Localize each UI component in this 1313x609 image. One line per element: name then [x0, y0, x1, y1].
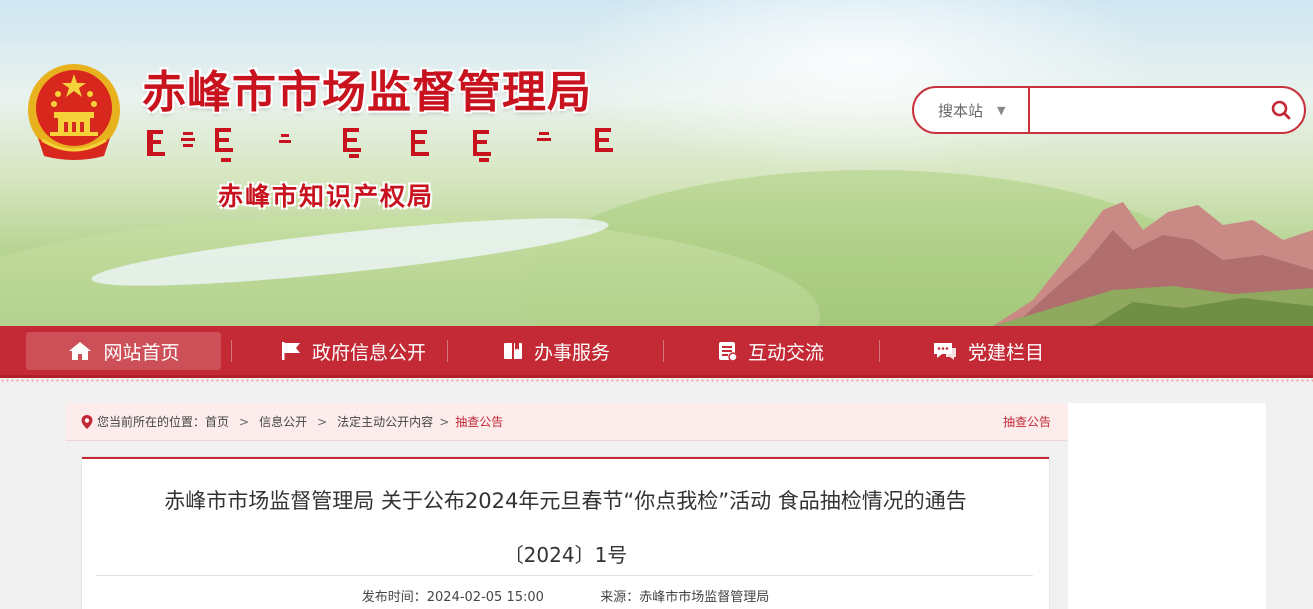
breadcrumb-statutory-content[interactable]: 法定主动公开内容 [337, 413, 433, 430]
source: 赤峰市市场监督管理局 [639, 590, 770, 605]
article-meta: 发布时间：2024-02-05 15:00 来源：赤峰市市场监督管理局 [82, 586, 1049, 605]
breadcrumb-prefix: 您当前所在的位置： [97, 415, 206, 429]
nav-item-government-info[interactable]: 政府信息公开 [248, 332, 458, 370]
dropdown-arrow-icon: ▼ [997, 103, 1006, 117]
nav-item-label: 办事服务 [533, 341, 610, 364]
publish-time-label: 发布时间： [361, 590, 427, 605]
breadcrumb-separator: > [317, 414, 328, 429]
breadcrumb: 您当前所在的位置： 首页 > 信息公开 > 法定主动公开内容 > 抽查公告 抽查… [66, 403, 1067, 441]
search-input[interactable] [1030, 88, 1258, 132]
clipboard-icon [718, 342, 738, 362]
breadcrumb-home[interactable]: 首页 [205, 413, 229, 430]
nav-divider [447, 340, 448, 362]
search-box: 搜本站 ▼ [912, 86, 1306, 134]
nav-divider [231, 340, 232, 362]
nav-item-party-building[interactable]: 党建栏目 [898, 332, 1078, 370]
publish-time: 2024-02-05 15:00 [426, 590, 544, 605]
source-label: 来源： [600, 590, 640, 605]
national-emblem-icon [28, 64, 120, 160]
divider [96, 575, 1033, 576]
breadcrumb-separator: > [439, 414, 450, 429]
breadcrumb-separator: > [239, 414, 250, 429]
breadcrumb-current[interactable]: 抽查公告 [455, 413, 503, 430]
nav-dotted-border [0, 378, 1313, 384]
nav-item-services[interactable]: 办事服务 [466, 332, 646, 370]
nav-item-label: 互动交流 [747, 341, 824, 364]
article-doc-number: 〔2024〕1号 [503, 543, 628, 567]
nav-item-label: 政府信息公开 [311, 341, 426, 364]
search-scope-dropdown[interactable]: 搜本站 ▼ [914, 88, 1030, 132]
main-nav: 网站首页 政府信息公开 办事服务 互动交流 党建栏目 [0, 326, 1313, 378]
home-icon [69, 342, 92, 360]
chat-icon [933, 343, 956, 360]
location-pin-icon [81, 414, 93, 429]
nav-item-interaction[interactable]: 互动交流 [680, 332, 860, 370]
breadcrumb-info-disclosure[interactable]: 信息公开 [259, 413, 307, 430]
search-icon [1271, 100, 1291, 120]
banner-mountain-image [993, 202, 1313, 326]
nav-divider [879, 340, 880, 362]
nav-item-home[interactable]: 网站首页 [26, 332, 221, 370]
mongolian-script-title [147, 128, 613, 162]
book-icon [503, 343, 522, 359]
header-banner: 赤峰市市场监督管理局 赤峰市知识产权局 搜本站 ▼ [0, 0, 1313, 326]
search-button[interactable] [1258, 88, 1304, 132]
nav-item-label: 党建栏目 [967, 341, 1044, 364]
nav-item-label: 网站首页 [103, 341, 180, 364]
section-label: 抽查公告 [1002, 415, 1051, 429]
search-scope-label: 搜本站 [938, 101, 984, 120]
article-card: 赤峰市市场监督管理局 关于公布2024年元旦春节“你点我检”活动 食品抽检情况的… [82, 457, 1049, 609]
nav-divider [663, 340, 664, 362]
article-title: 赤峰市市场监督管理局 关于公布2024年元旦春节“你点我检”活动 食品抽检情况的… [164, 489, 967, 513]
site-title: 赤峰市市场监督管理局 [142, 67, 592, 118]
right-sidebar [1068, 403, 1266, 609]
flag-icon [281, 342, 300, 360]
site-subtitle: 赤峰市知识产权局 [218, 182, 435, 211]
